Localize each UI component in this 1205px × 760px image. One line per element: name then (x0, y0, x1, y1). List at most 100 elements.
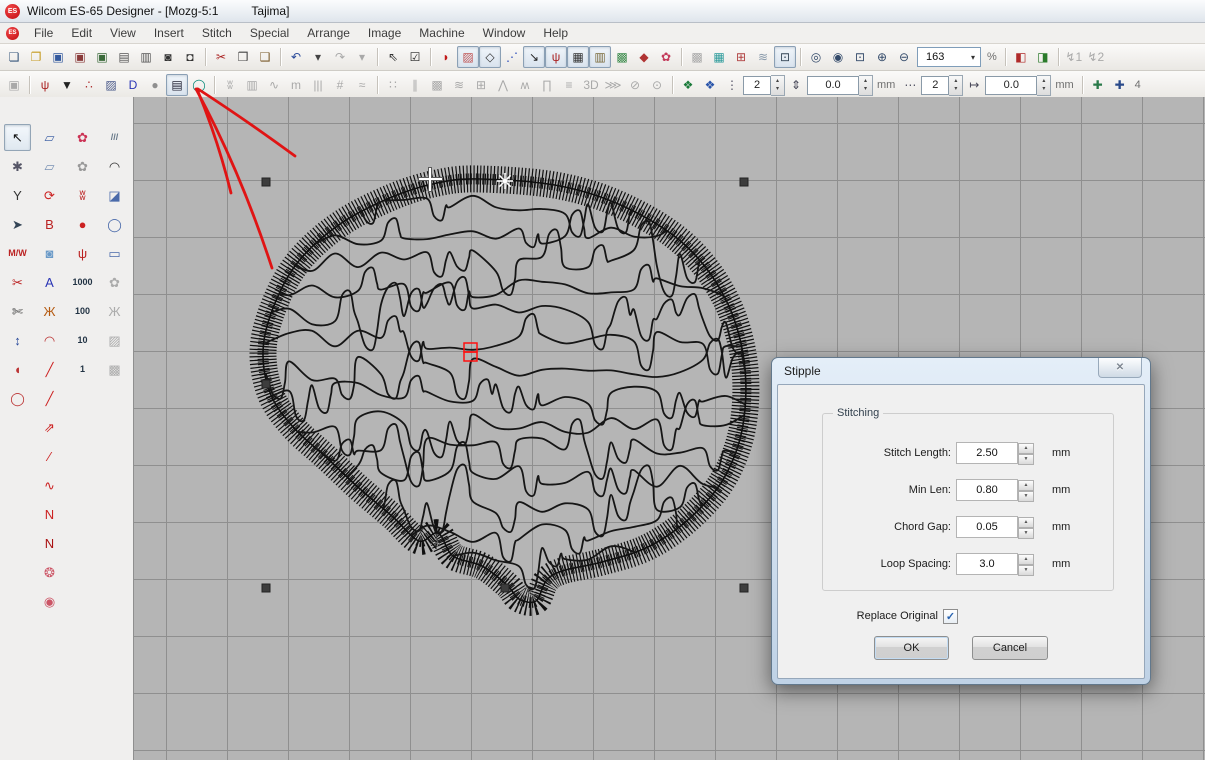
square-fill-icon[interactable]: # (329, 74, 351, 96)
tatami-type-icon[interactable]: ▥ (241, 74, 263, 96)
document-menu-icon[interactable]: ES (6, 27, 19, 40)
stitch-colors-icon[interactable]: ▦ (708, 46, 730, 68)
array-count-input[interactable]: 2 (921, 76, 949, 95)
trim-connectors-tool[interactable]: ✄ (4, 298, 31, 325)
slant-fill-icon[interactable]: ∥ (404, 74, 426, 96)
wave-fill-icon[interactable]: ≈ (351, 74, 373, 96)
menu-item-special[interactable]: Special (241, 24, 298, 42)
min-len-input[interactable] (956, 479, 1018, 501)
pointer-properties-icon[interactable]: ⇖ (382, 46, 404, 68)
undo-dropdown-icon[interactable]: ▾ (307, 46, 329, 68)
color-film-icon[interactable]: ⊞ (730, 46, 752, 68)
wreath-count-input[interactable]: 2 (743, 76, 771, 95)
show-vectors-icon[interactable]: ◆ (633, 46, 655, 68)
motif-fill-icon[interactable]: ∷ (382, 74, 404, 96)
new-design-icon[interactable]: ❏ (3, 46, 25, 68)
mirror-merge-v-icon[interactable]: ❖ (699, 74, 721, 96)
stitch-edit-tool[interactable]: ➤ (4, 211, 31, 238)
stitch-length-spinner[interactable]: ▲▼ (1018, 443, 1034, 463)
redo-icon[interactable]: ↷ (329, 46, 351, 68)
tatami-fill-icon[interactable]: ▨ (457, 46, 479, 68)
zigzag-width-tool[interactable]: ʬ (69, 182, 96, 209)
open-n-stitch-tool[interactable]: N (36, 501, 63, 528)
undo-icon[interactable]: ↶ (285, 46, 307, 68)
stitch-types-tool[interactable]: M/W (4, 240, 31, 267)
chord-gap-spinner[interactable]: ▲▼ (1018, 517, 1034, 537)
array-layout-1-icon[interactable]: ✚ (1087, 74, 1109, 96)
slow-redraw-1-icon[interactable]: ↯1 (1063, 46, 1085, 68)
branching-tool[interactable]: ◙ (36, 240, 63, 267)
brain-design[interactable] (263, 167, 768, 602)
sequence-by-color-icon[interactable]: ◧ (1010, 46, 1032, 68)
save-design-icon[interactable]: ▣ (47, 46, 69, 68)
point-select-tool[interactable]: Y (4, 182, 31, 209)
orientation-ellipse-tool[interactable]: ◯ (4, 385, 31, 412)
dim-artwork-icon[interactable]: ▩ (686, 46, 708, 68)
flower-disabled-tool[interactable]: ✿ (101, 269, 128, 296)
small-stitch-filter-tool[interactable]: ✂ (4, 269, 31, 296)
array-layout-2-icon[interactable]: ✚ (1109, 74, 1131, 96)
menu-item-file[interactable]: File (25, 24, 62, 42)
offset-x-spinner[interactable]: ▴▾ (1037, 75, 1051, 96)
satin-stitch-icon[interactable]: ◗ (435, 46, 457, 68)
stitch-to-machine-icon[interactable]: ◙ (157, 46, 179, 68)
cancel-button[interactable]: Cancel (972, 636, 1048, 660)
grid-toggle-icon[interactable]: ▦ (567, 46, 589, 68)
accordion-spacing-icon[interactable]: ≡ (558, 74, 580, 96)
straight-run-tool[interactable]: ∕ (36, 443, 63, 470)
spacing-horizontal-icon[interactable]: ↦ (963, 74, 985, 96)
satin-type-icon[interactable]: ʬ (219, 74, 241, 96)
arrow-run-tool[interactable]: ⇗ (36, 414, 63, 441)
selection-handle[interactable] (740, 178, 748, 186)
ok-button[interactable]: OK (874, 636, 949, 660)
array-count-spinner[interactable]: ▴▾ (949, 75, 963, 96)
basic-shape-icon[interactable]: ● (144, 74, 166, 96)
dashed-curve-tool[interactable]: ╱ (36, 385, 63, 412)
machine-pin-icon[interactable]: ▼ (56, 74, 78, 96)
menu-item-arrange[interactable]: Arrange (298, 24, 359, 42)
zoom-out-icon[interactable]: ⊖ (893, 46, 915, 68)
read-machine-file-icon[interactable]: ▣ (91, 46, 113, 68)
chevron-down-icon[interactable]: ▾ (966, 53, 980, 62)
ellipse-tool-tool[interactable]: ◯ (101, 211, 128, 238)
cross-stitch-fill-icon[interactable]: ▩ (426, 74, 448, 96)
curve-reshape-tool[interactable]: ◠ (36, 327, 63, 354)
loop-spacing-input[interactable] (956, 553, 1018, 575)
reshape-alt-tool[interactable]: ▱ (36, 153, 63, 180)
menu-item-view[interactable]: View (101, 24, 145, 42)
digitize-run-icon[interactable]: ∴ (78, 74, 100, 96)
slow-redraw-2-icon[interactable]: ↯2 (1085, 46, 1107, 68)
overview-window-icon[interactable]: ▣ (3, 74, 25, 96)
show-bitmap-icon[interactable]: ▩ (611, 46, 633, 68)
hoop-toggle-icon[interactable]: ▥ (589, 46, 611, 68)
motif-run-icon[interactable]: ⋰ (501, 46, 523, 68)
loop-spacing-spinner[interactable]: ▲▼ (1018, 554, 1034, 574)
figures-disabled-tool[interactable]: Ж (101, 298, 128, 325)
trapunto-icon[interactable]: ⊘ (624, 74, 646, 96)
stump-work-icon[interactable]: ⊙ (646, 74, 668, 96)
menu-item-machine[interactable]: Machine (410, 24, 473, 42)
overlap-remove-tool[interactable]: B (36, 211, 63, 238)
menu-item-help[interactable]: Help (534, 24, 577, 42)
cut-icon[interactable]: ✂ (210, 46, 232, 68)
stitch-spacing-tool[interactable]: ψ (69, 240, 96, 267)
3d-warp-icon[interactable]: 3D (580, 74, 602, 96)
stitch-updown-tool[interactable]: ↕ (4, 327, 31, 354)
zigzag-type-icon[interactable]: ∿ (263, 74, 285, 96)
star-stitch-tool[interactable]: ❂ (36, 559, 63, 586)
offset-y-spinner[interactable]: ▴▾ (859, 75, 873, 96)
lattice-fill-icon[interactable]: ⊞ (470, 74, 492, 96)
selection-handle[interactable] (501, 584, 509, 592)
menu-item-image[interactable]: Image (359, 24, 410, 42)
zoom-tool-icon[interactable]: ◎ (805, 46, 827, 68)
stipple-run-icon[interactable]: ▤ (166, 74, 188, 96)
outline-run-icon[interactable]: ◇ (479, 46, 501, 68)
column-fill-icon[interactable]: ∏ (536, 74, 558, 96)
line-fill-icon[interactable]: ||| (307, 74, 329, 96)
fractal-fill-icon[interactable]: ʍ (514, 74, 536, 96)
dots-row-icon[interactable]: ⋯ (899, 74, 921, 96)
auto-apply-icon[interactable]: ☑ (404, 46, 426, 68)
scale-1-tool[interactable]: 1 (69, 356, 96, 383)
zoom-1to1-icon[interactable]: ◉ (827, 46, 849, 68)
closed-n-stitch-tool[interactable]: N (36, 530, 63, 557)
